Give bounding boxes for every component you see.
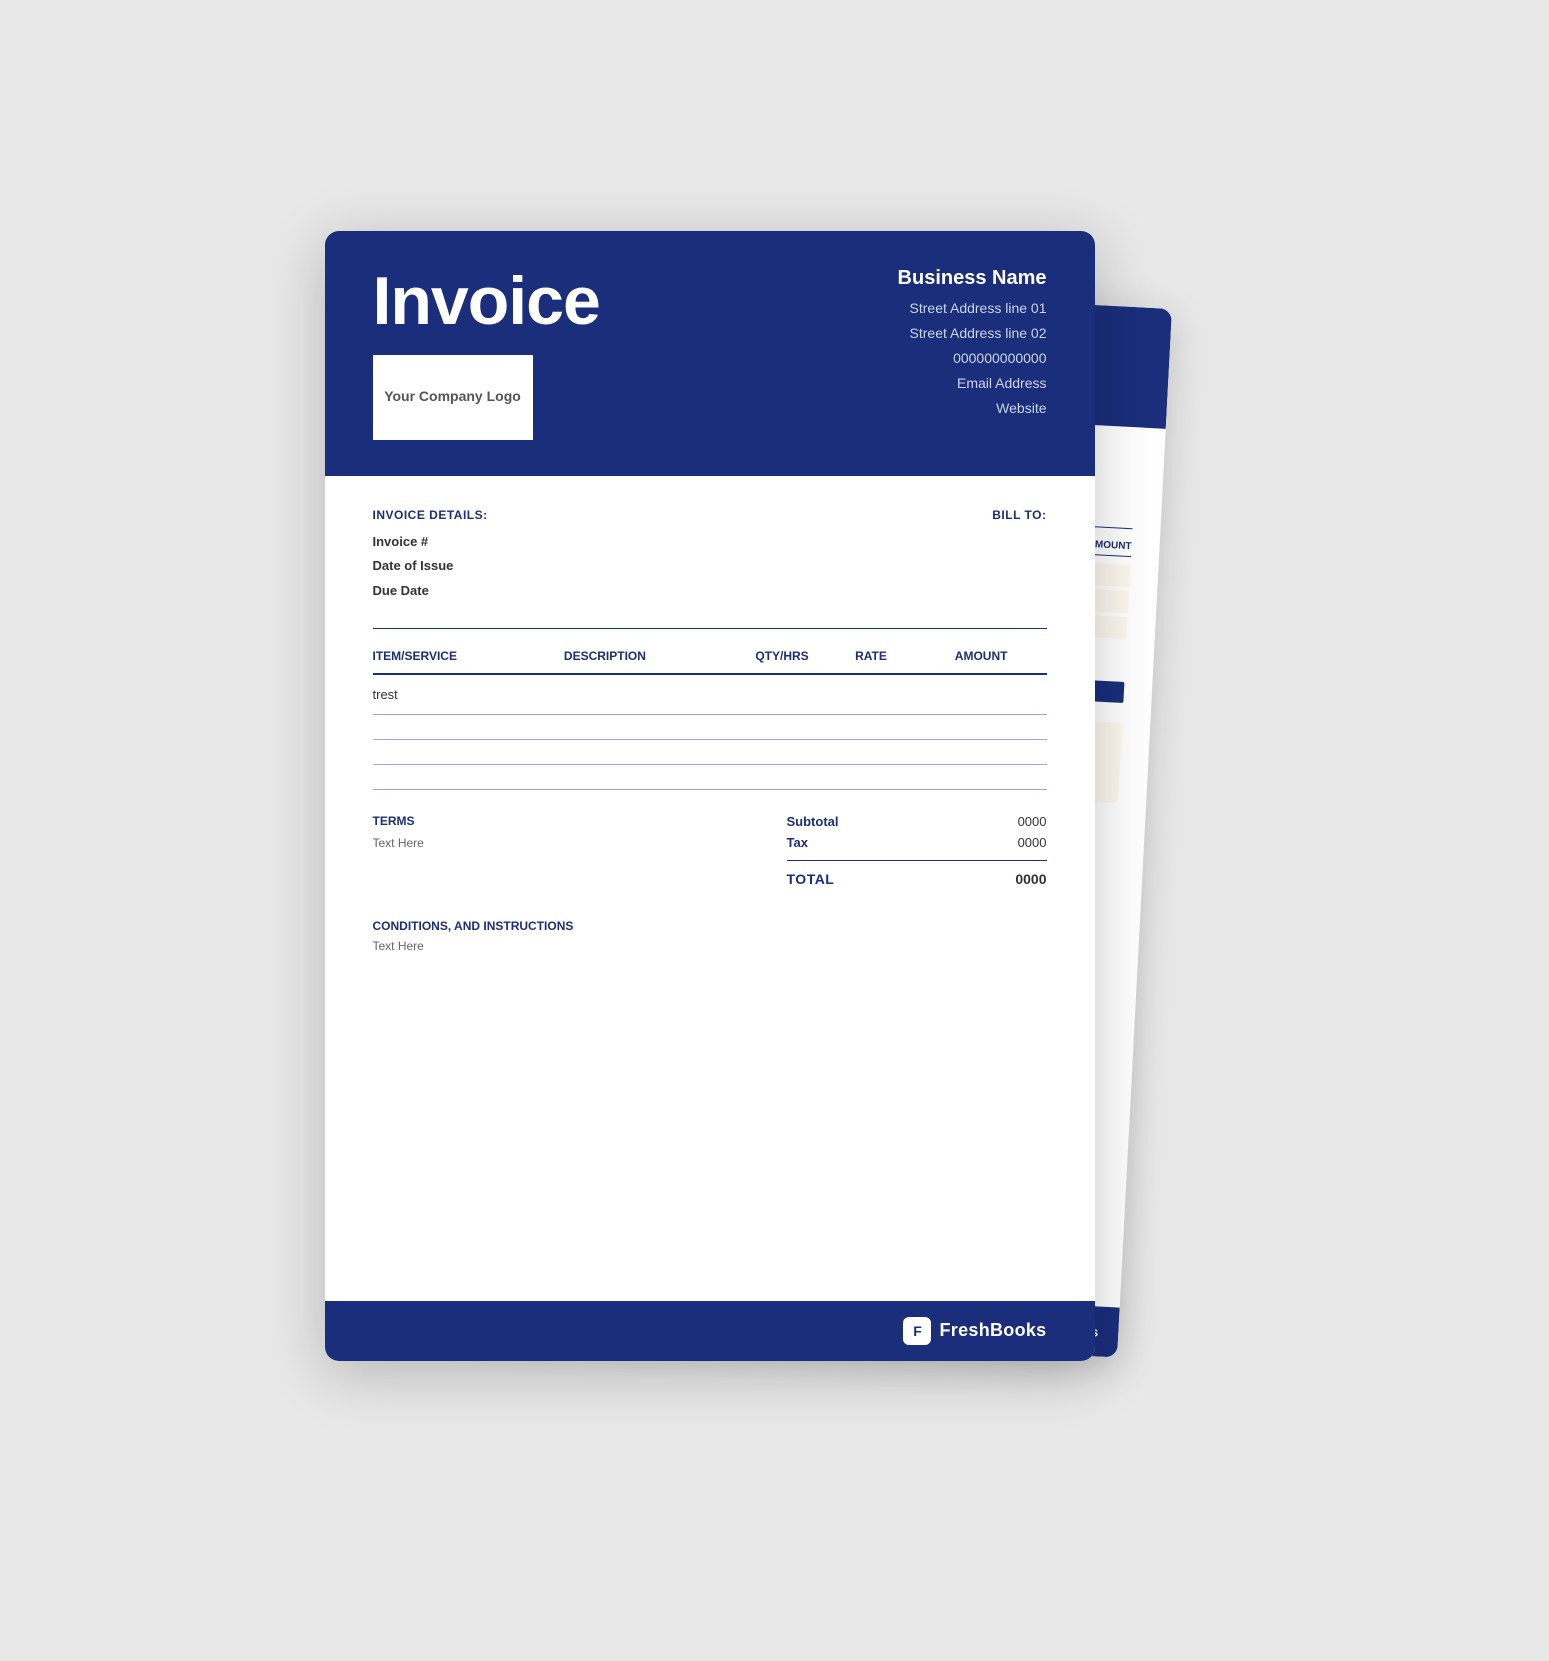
front-header: Invoice Your Company Logo Business Name … xyxy=(325,231,1095,476)
tax-row: Tax 0000 xyxy=(787,835,1047,850)
business-name: Business Name xyxy=(898,267,1047,290)
business-website: Website xyxy=(898,396,1047,421)
freshbooks-icon: F xyxy=(903,1317,931,1345)
subtotal-row: Subtotal 0000 xyxy=(787,814,1047,829)
item-row-3 xyxy=(373,740,1047,765)
col-description: DESCRIPTION xyxy=(564,649,747,663)
tax-value: 0000 xyxy=(1018,835,1047,850)
details-left: INVOICE DETAILS: Invoice # Date of Issue… xyxy=(373,508,488,604)
conditions-section: CONDITIONS, AND INSTRUCTIONS Text Here xyxy=(373,919,1047,953)
totals-section: Subtotal 0000 Tax 0000 TOTAL 0000 xyxy=(787,814,1047,887)
date-of-issue-label: Date of Issue xyxy=(373,554,488,579)
col-rate: RATE xyxy=(855,649,947,663)
item-row-2 xyxy=(373,715,1047,740)
front-divider-1 xyxy=(373,628,1047,629)
item-row-4 xyxy=(373,765,1047,790)
conditions-text: Text Here xyxy=(373,939,1047,953)
col-qty: QTY/HRS xyxy=(755,649,847,663)
details-section: INVOICE DETAILS: Invoice # Date of Issue… xyxy=(373,508,1047,604)
invoice-scene: INVOICE DETAILS: Invoice # 0000 Date of … xyxy=(325,231,1225,1431)
total-divider xyxy=(787,860,1047,861)
invoice-front: Invoice Your Company Logo Business Name … xyxy=(325,231,1095,1361)
grand-total-row: TOTAL 0000 xyxy=(787,871,1047,887)
tax-label: Tax xyxy=(787,835,808,850)
terms-text: Text Here xyxy=(373,836,787,850)
col-amount: AMOUNT xyxy=(955,649,1047,663)
invoice-title: Invoice xyxy=(373,267,600,335)
col-item: ITEM/SERVICE xyxy=(373,649,556,663)
subtotal-label: Subtotal xyxy=(787,814,839,829)
conditions-label: CONDITIONS, AND INSTRUCTIONS xyxy=(373,919,1047,933)
front-footer: F FreshBooks xyxy=(325,1301,1095,1361)
invoice-details-label: INVOICE DETAILS: xyxy=(373,508,488,522)
business-phone: 000000000000 xyxy=(898,346,1047,371)
item-1-qty xyxy=(755,687,847,702)
item-1-amount xyxy=(955,687,1047,702)
business-email: Email Address xyxy=(898,371,1047,396)
logo-text: Your Company Logo xyxy=(384,387,521,407)
front-body: INVOICE DETAILS: Invoice # Date of Issue… xyxy=(325,476,1095,985)
front-header-right: Business Name Street Address line 01 Str… xyxy=(898,267,1047,422)
business-address2: Street Address line 02 xyxy=(898,321,1047,346)
item-1-name: trest xyxy=(373,687,556,702)
freshbooks-logo: F FreshBooks xyxy=(903,1317,1046,1345)
subtotal-value: 0000 xyxy=(1018,814,1047,829)
freshbooks-name: FreshBooks xyxy=(939,1320,1046,1341)
bill-to-label: BILL TO: xyxy=(992,508,1046,522)
item-1-rate xyxy=(855,687,947,702)
logo-box: Your Company Logo xyxy=(373,355,533,440)
freshbooks-letter: F xyxy=(913,1323,922,1339)
invoice-number-label: Invoice # xyxy=(373,530,488,555)
items-header: ITEM/SERVICE DESCRIPTION QTY/HRS RATE AM… xyxy=(373,649,1047,675)
due-date-label: Due Date xyxy=(373,579,488,604)
details-right: BILL TO: xyxy=(992,508,1046,604)
items-section: ITEM/SERVICE DESCRIPTION QTY/HRS RATE AM… xyxy=(373,649,1047,790)
business-address1: Street Address line 01 xyxy=(898,296,1047,321)
grand-total-value: 0000 xyxy=(1015,871,1046,887)
bottom-section: TERMS Text Here Subtotal 0000 Tax 0000 T… xyxy=(373,814,1047,887)
terms-section: TERMS Text Here xyxy=(373,814,787,850)
terms-label: TERMS xyxy=(373,814,787,828)
grand-total-label: TOTAL xyxy=(787,871,835,887)
front-header-left: Invoice Your Company Logo xyxy=(373,267,600,440)
item-1-desc xyxy=(564,687,747,702)
item-row-1: trest xyxy=(373,675,1047,715)
